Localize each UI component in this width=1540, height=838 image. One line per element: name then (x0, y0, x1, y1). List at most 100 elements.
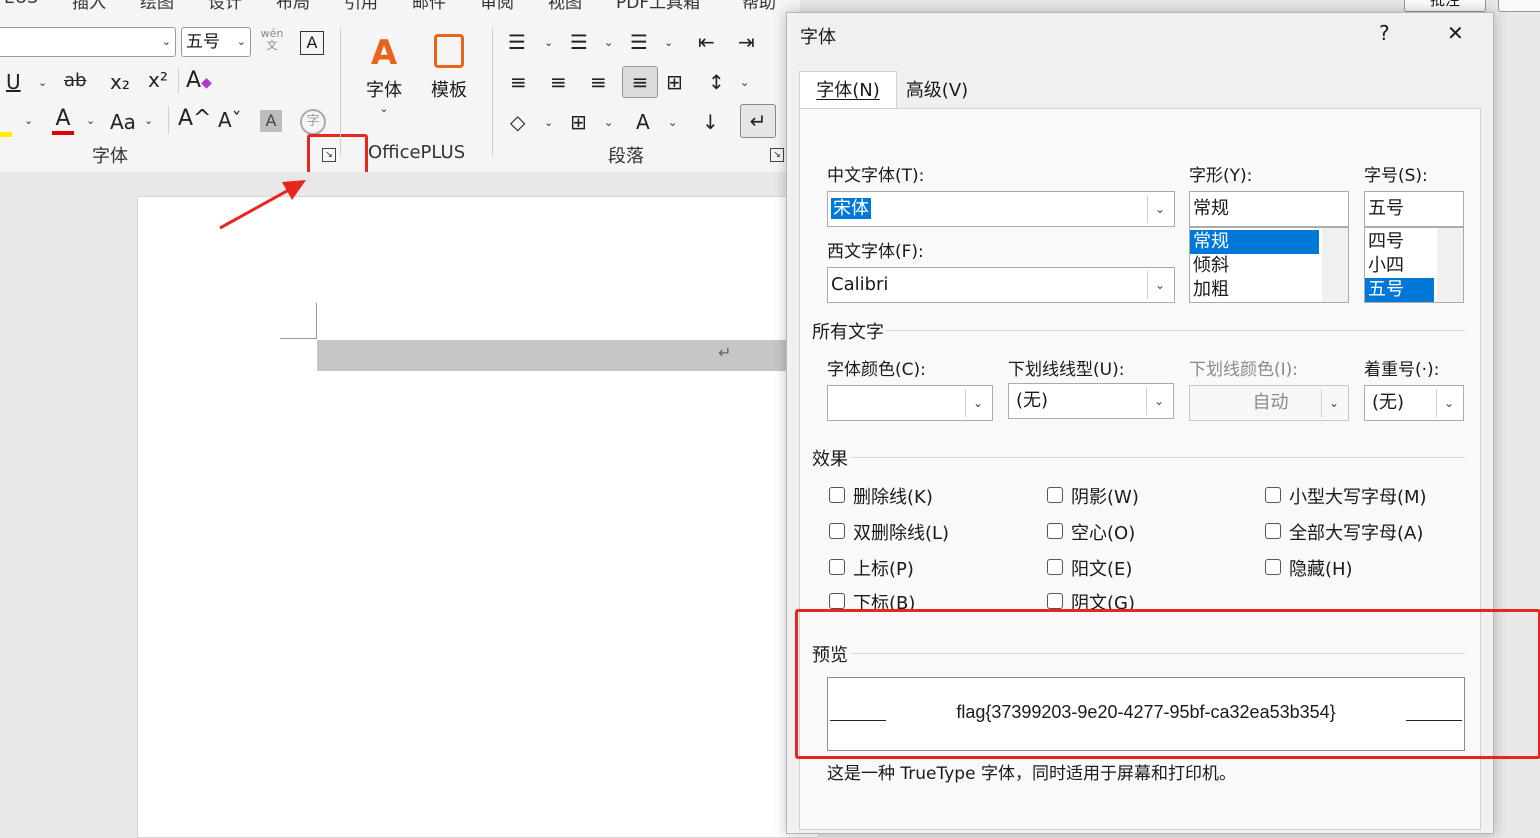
strikethrough-icon[interactable]: ab (64, 70, 86, 91)
preview-highlight-box (795, 609, 1540, 759)
chevron-down-icon[interactable]: ⌄ (1147, 271, 1172, 299)
sort-icon[interactable]: ↓ (702, 110, 719, 134)
subscript-checkbox[interactable] (829, 593, 845, 609)
close-button[interactable]: ✕ (1447, 21, 1464, 45)
superscript-icon[interactable]: x² (148, 68, 168, 92)
superscript-checkbox[interactable] (829, 559, 845, 575)
emphasis-value: (无) (1372, 392, 1405, 413)
chevron-down-icon[interactable]: ⌄ (1147, 195, 1172, 223)
enclose-characters-icon[interactable]: 字 (300, 109, 326, 135)
tab-view[interactable]: 视图 (548, 0, 582, 13)
font-color-icon[interactable]: A (52, 106, 74, 135)
bullets-icon[interactable]: ☰ (508, 30, 526, 54)
style-input[interactable]: 常规 (1189, 191, 1349, 227)
double-strikethrough-checkbox[interactable] (829, 523, 845, 539)
subscript-icon[interactable]: x₂ (110, 70, 130, 94)
distributed-icon[interactable]: ⊞ (666, 70, 683, 94)
scrollbar[interactable] (1322, 228, 1348, 302)
borders-icon[interactable]: ⊞ (570, 110, 587, 134)
chinese-layout-icon[interactable]: A (636, 110, 650, 134)
help-button[interactable]: ? (1379, 21, 1390, 45)
numbering-icon[interactable]: ☰ (570, 30, 588, 54)
chevron-down-icon[interactable]: ⌄ (604, 116, 613, 129)
tab-draw[interactable]: 绘图 (140, 0, 174, 13)
change-case-icon[interactable]: Aa (110, 110, 136, 134)
engrave-checkbox[interactable] (1047, 593, 1063, 609)
style-option-regular[interactable]: 常规 (1190, 230, 1319, 254)
underline-style-combo[interactable]: (无) ⌄ (1008, 383, 1174, 419)
grow-font-icon[interactable]: A^ (178, 106, 211, 131)
officeplus-font-button[interactable]: A 字体 ⌄ (362, 34, 406, 115)
increase-indent-icon[interactable]: ⇥ (738, 30, 755, 54)
emphasis-combo[interactable]: (无) ⌄ (1364, 385, 1464, 421)
clear-formatting-icon[interactable]: A◆ (186, 68, 212, 93)
show-hide-marks-icon[interactable]: ↵ (740, 104, 776, 138)
tab-mailings[interactable]: 邮件 (412, 0, 446, 13)
font-name-combo[interactable]: ⌄ (0, 27, 176, 57)
tab-review[interactable]: 审阅 (480, 0, 514, 13)
font-size-combo[interactable]: 五号 ⌄ (181, 27, 251, 57)
highlight-color-icon[interactable] (0, 112, 12, 137)
chevron-down-icon[interactable]: ⌄ (604, 36, 613, 49)
align-center-icon[interactable]: ≡ (550, 70, 567, 94)
phonetic-guide-icon[interactable]: wén 文 (260, 28, 284, 52)
character-shading-icon[interactable]: A (260, 110, 282, 132)
chevron-down-icon[interactable]: ⌄ (144, 114, 153, 127)
edit-mode-button[interactable] (1498, 0, 1540, 12)
align-right-icon[interactable]: ≡ (590, 70, 607, 94)
scrollbar[interactable] (1437, 228, 1463, 302)
cn-font-combo[interactable]: 宋体 ⌄ (827, 191, 1175, 227)
tab-layout[interactable]: 布局 (276, 0, 310, 13)
outline-checkbox[interactable] (1047, 523, 1063, 539)
chevron-down-icon[interactable]: ⌄ (965, 389, 990, 417)
align-left-icon[interactable]: ≡ (510, 70, 527, 94)
size-input[interactable]: 五号 (1364, 191, 1464, 227)
officeplus-template-button[interactable]: 模板 (424, 34, 474, 102)
multilevel-list-icon[interactable]: ☰ (630, 30, 648, 54)
document-page[interactable]: ↵ (137, 196, 837, 838)
tab-eus[interactable]: EUS (4, 0, 38, 8)
shrink-font-icon[interactable]: Aˇ (218, 108, 242, 132)
chevron-down-icon[interactable]: ⌄ (38, 76, 47, 89)
style-listbox[interactable]: 常规 倾斜 加粗 (1189, 227, 1349, 303)
west-font-combo[interactable]: Calibri ⌄ (827, 267, 1175, 303)
tab-help[interactable]: 帮助 (742, 0, 776, 13)
font-color-combo[interactable]: ⌄ (827, 385, 993, 421)
comment-button[interactable]: 批注 (1404, 0, 1486, 12)
tab-design[interactable]: 设计 (208, 0, 242, 13)
tab-font[interactable]: 字体(N) (799, 71, 897, 110)
shading-icon[interactable]: ◇ (510, 110, 525, 134)
size-option-5[interactable]: 五号 (1365, 278, 1434, 302)
chevron-down-icon[interactable]: ⌄ (668, 116, 677, 129)
chevron-down-icon[interactable]: ⌄ (86, 114, 95, 127)
justify-icon[interactable]: ≡ (622, 66, 658, 98)
ribbon: EUS 插入 绘图 设计 布局 引用 邮件 审阅 视图 PDF工具箱 帮助 ⌄ … (0, 0, 800, 178)
chevron-down-icon[interactable]: ⌄ (544, 116, 553, 129)
chevron-down-icon[interactable]: ⌄ (1436, 389, 1461, 417)
underline-icon[interactable]: U (6, 70, 21, 94)
all-caps-checkbox[interactable] (1265, 523, 1281, 539)
hidden-checkbox[interactable] (1265, 559, 1281, 575)
paragraph-dialog-launcher-icon[interactable]: ↘ (770, 148, 784, 162)
character-border-icon[interactable]: A (300, 31, 324, 55)
tab-advanced[interactable]: 高级(V) (895, 73, 979, 109)
small-caps-checkbox[interactable] (1265, 487, 1281, 503)
chevron-down-icon[interactable]: ⌄ (664, 36, 673, 49)
selected-paragraph[interactable] (317, 340, 837, 371)
size-label: 字号(S): (1364, 166, 1428, 186)
strikethrough-checkbox[interactable] (829, 487, 845, 503)
all-caps-label: 全部大写字母(A) (1289, 523, 1424, 544)
line-spacing-icon[interactable]: ↕ (708, 70, 725, 94)
emboss-checkbox[interactable] (1047, 559, 1063, 575)
chevron-down-icon[interactable]: ⌄ (544, 36, 553, 49)
tab-insert[interactable]: 插入 (72, 0, 106, 13)
chevron-down-icon[interactable]: ⌄ (24, 114, 33, 127)
shadow-checkbox[interactable] (1047, 487, 1063, 503)
decrease-indent-icon[interactable]: ⇤ (698, 30, 715, 54)
tab-pdf-tools[interactable]: PDF工具箱 (616, 0, 700, 13)
chevron-down-icon[interactable]: ⌄ (1146, 387, 1171, 415)
tab-references[interactable]: 引用 (344, 0, 378, 13)
officeplus-font-label: 字体 (366, 80, 402, 101)
size-listbox[interactable]: 四号 小四 五号 (1364, 227, 1464, 303)
chevron-down-icon[interactable]: ⌄ (740, 76, 749, 89)
